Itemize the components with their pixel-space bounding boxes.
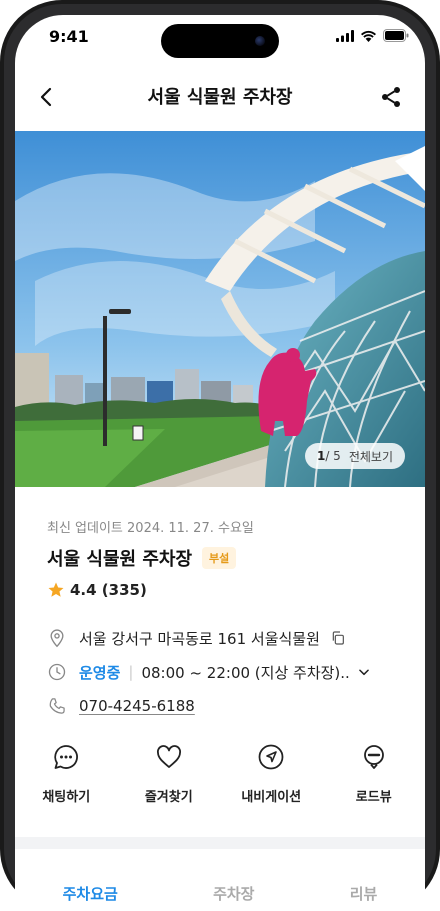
place-name: 서울 식물원 주차장 <box>47 549 193 570</box>
roadview-label: 로드뷰 <box>355 790 392 805</box>
hours-text: 08:00 ~ 22:00 (지상 주차장).. <box>141 663 350 682</box>
page-title: 서울 식물원 주차장 <box>147 87 293 108</box>
hero-photo[interactable]: 1/ 5 전체보기 <box>15 131 425 487</box>
place-info: 최신 업데이트 2024. 11. 27. 수요일 서울 식물원 주차장 부설 … <box>47 517 405 723</box>
open-status: 운영중 <box>79 663 121 682</box>
share-button[interactable] <box>379 85 403 109</box>
botanic-garden-photo <box>15 131 425 487</box>
app-header: 서울 식물원 주차장 <box>15 67 425 127</box>
address-row: 서울 강서구 마곡동로 161 서울식물원 <box>47 621 405 655</box>
section-divider <box>15 837 425 849</box>
signal-icon <box>336 29 354 42</box>
wifi-icon <box>361 30 376 42</box>
chat-button[interactable]: 채팅하기 <box>18 742 114 822</box>
tab-reviews[interactable]: 리뷰 <box>350 883 378 904</box>
updated-date: 최신 업데이트 2024. 11. 27. 수요일 <box>47 521 254 536</box>
phone-frame: 9:41 서울 식물원 주차장 1/ 5 전체보기 최신 업데이트 2024. … <box>0 0 440 911</box>
view-all-link[interactable]: 전체보기 <box>349 448 393 465</box>
name-row: 서울 식물원 주차장 부설 <box>47 545 405 571</box>
dynamic-island <box>161 24 279 58</box>
favorite-button[interactable]: 즐겨찾기 <box>121 742 217 822</box>
type-badge: 부설 <box>202 547 237 569</box>
camera-icon <box>255 36 265 46</box>
navigation-icon <box>258 744 284 770</box>
rating-row[interactable]: 4.4 (335) <box>47 581 405 599</box>
gallery-total: / 5 <box>325 449 341 463</box>
tab-parking-lot[interactable]: 주차장 <box>213 883 254 904</box>
gallery-counter[interactable]: 1/ 5 전체보기 <box>304 443 405 469</box>
roadview-button[interactable]: 로드뷰 <box>326 742 422 822</box>
status-icons <box>336 29 409 42</box>
navigation-label: 내비게이션 <box>241 790 302 805</box>
star-icon <box>48 582 64 597</box>
chat-icon <box>54 745 79 769</box>
hours-row[interactable]: 운영중 | 08:00 ~ 22:00 (지상 주차장).. <box>47 655 405 689</box>
clock-icon <box>47 662 67 682</box>
location-pin-icon <box>47 628 67 648</box>
chevron-down-icon[interactable] <box>354 662 374 682</box>
heart-icon <box>156 745 181 768</box>
tab-parking-fee[interactable]: 주차요금 <box>63 883 118 904</box>
phone-icon <box>47 696 67 716</box>
navigation-button[interactable]: 내비게이션 <box>223 742 319 822</box>
detail-list: 서울 강서구 마곡동로 161 서울식물원 운영중 | 08:00 ~ 22:0… <box>47 621 405 723</box>
battery-icon <box>383 29 409 42</box>
copy-button[interactable] <box>328 628 348 648</box>
phone-row[interactable]: 070-4245-6188 <box>47 689 405 723</box>
status-time: 9:41 <box>49 27 89 46</box>
phone-number-link[interactable]: 070-4245-6188 <box>79 697 195 715</box>
copy-icon <box>332 631 344 645</box>
address-text: 서울 강서구 마곡동로 161 서울식물원 <box>79 629 320 648</box>
screen: 9:41 서울 식물원 주차장 1/ 5 전체보기 최신 업데이트 2024. … <box>15 15 425 911</box>
chat-label: 채팅하기 <box>42 790 91 805</box>
tab-bar: 주차요금 주차장 리뷰 <box>15 883 425 904</box>
hours-separator: | <box>128 663 134 681</box>
action-bar: 채팅하기 즐겨찾기 내비게이션 로드뷰 <box>15 742 425 822</box>
favorite-label: 즐겨찾기 <box>144 790 193 805</box>
rating-value: 4.4 (335) <box>70 581 147 599</box>
share-icon <box>382 87 400 107</box>
roadview-icon <box>363 745 384 769</box>
